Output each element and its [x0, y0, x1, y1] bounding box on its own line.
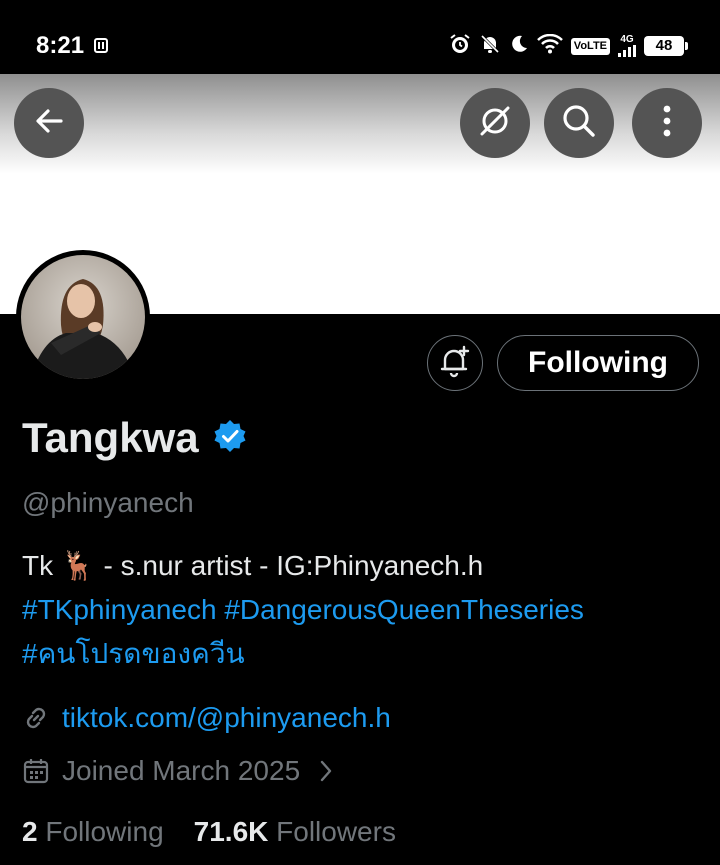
hashtag-link[interactable]: #TKphinyanech	[22, 594, 217, 625]
back-button[interactable]	[14, 88, 84, 158]
joined-date: Joined March 2025	[62, 755, 301, 786]
chevron-right-icon[interactable]	[318, 759, 334, 783]
search-button[interactable]	[544, 88, 614, 158]
wifi-icon	[536, 33, 563, 59]
handle: @phinyanech	[22, 487, 194, 518]
battery-indicator: 48	[644, 36, 688, 56]
followers-label: Followers	[276, 816, 396, 847]
following-count: 2	[22, 816, 38, 847]
bio: Tk 🦌 - s.nur artist - IG:Phinyanech.h #T…	[22, 544, 712, 676]
search-icon	[561, 103, 597, 144]
joined-row: Joined March 2025	[22, 754, 334, 788]
following-label: Following	[45, 816, 164, 847]
moon-icon	[509, 34, 529, 59]
more-vertical-icon	[662, 104, 672, 143]
status-icons: VoLTE 4G 48	[449, 32, 688, 60]
grok-button[interactable]	[460, 88, 530, 158]
hashtag-link[interactable]: #คนโปรดของควีน	[22, 638, 245, 669]
following-button[interactable]: Following	[497, 335, 699, 391]
following-stat[interactable]: 2 Following	[22, 815, 164, 849]
link-icon	[22, 704, 50, 732]
bell-off-icon	[479, 33, 501, 60]
signal-icon: 4G	[618, 35, 636, 57]
alarm-icon	[449, 33, 471, 60]
pager-icon	[94, 36, 110, 59]
name-row: Tangkwa	[22, 414, 247, 462]
verified-badge-icon	[213, 419, 247, 458]
followers-count: 71.6K	[193, 816, 269, 847]
bell-add-icon	[438, 344, 472, 383]
avatar[interactable]	[16, 250, 150, 384]
status-time: 8:21	[36, 32, 85, 59]
calendar-icon	[22, 757, 50, 785]
bio-text: Tk 🦌 - s.nur artist - IG:Phinyanech.h	[22, 550, 484, 581]
website-link[interactable]: tiktok.com/@phinyanech.h	[62, 701, 391, 735]
status-bar: 8:21 VoLTE 4G 48	[0, 0, 720, 74]
hashtag-link[interactable]: #DangerousQueenTheseries	[224, 594, 584, 625]
display-name: Tangkwa	[22, 414, 199, 461]
website-row: tiktok.com/@phinyanech.h	[22, 701, 391, 735]
volte-badge: VoLTE	[570, 37, 610, 55]
notifications-button[interactable]	[427, 335, 483, 391]
grok-icon	[477, 103, 513, 144]
followers-stat[interactable]: 71.6K Followers	[194, 815, 396, 849]
avatar-photo	[21, 255, 145, 379]
more-options-button[interactable]	[632, 88, 702, 158]
back-icon	[33, 105, 65, 142]
profile-stats: 2 Following 71.6K Followers	[22, 815, 396, 849]
network-type: 4G	[620, 34, 634, 45]
